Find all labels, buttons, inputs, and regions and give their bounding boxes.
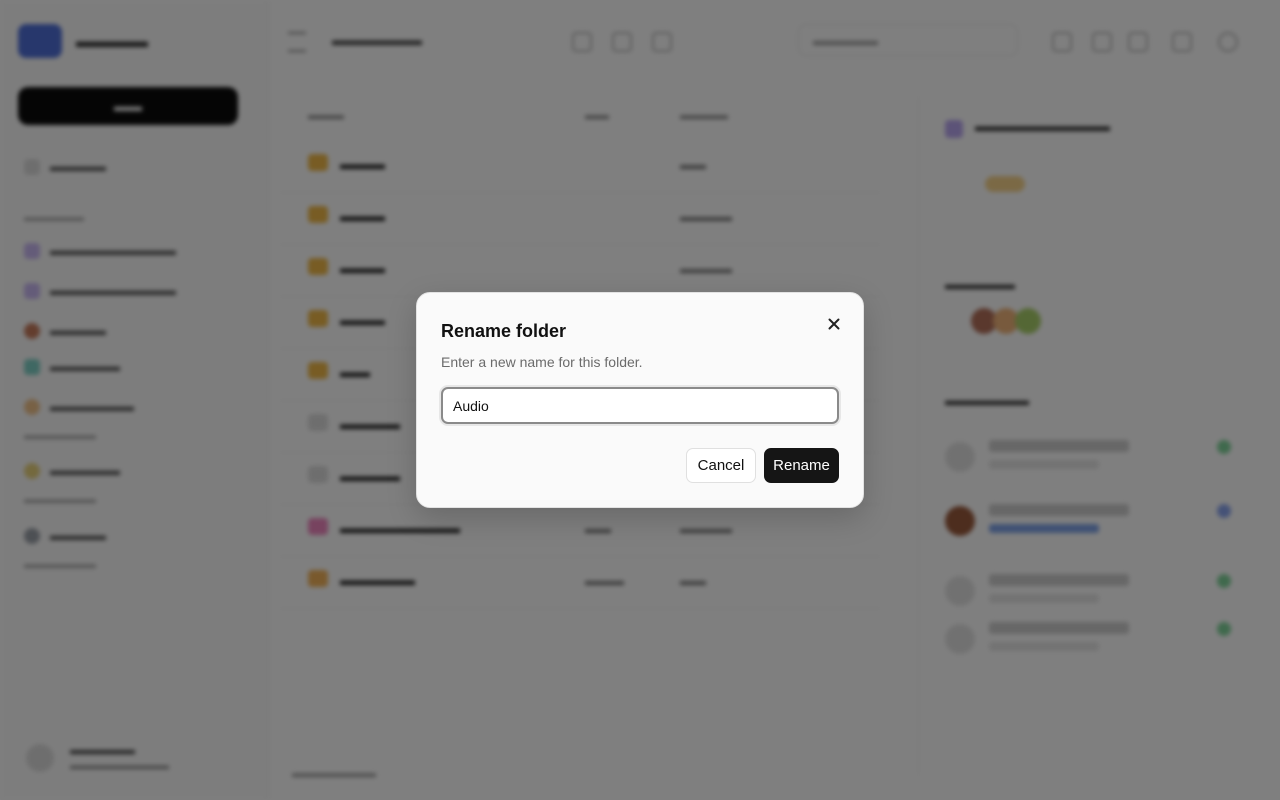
close-icon [828, 318, 840, 330]
folder-name-input[interactable] [441, 387, 839, 424]
close-button[interactable] [823, 313, 845, 335]
dialog-title: Rename folder [441, 321, 567, 341]
rename-folder-dialog: Rename folder Enter a new name for this … [416, 292, 864, 508]
rename-button[interactable]: Rename [764, 448, 839, 483]
cancel-button[interactable]: Cancel [686, 448, 756, 483]
dialog-description: Enter a new name for this folder. [441, 354, 643, 370]
